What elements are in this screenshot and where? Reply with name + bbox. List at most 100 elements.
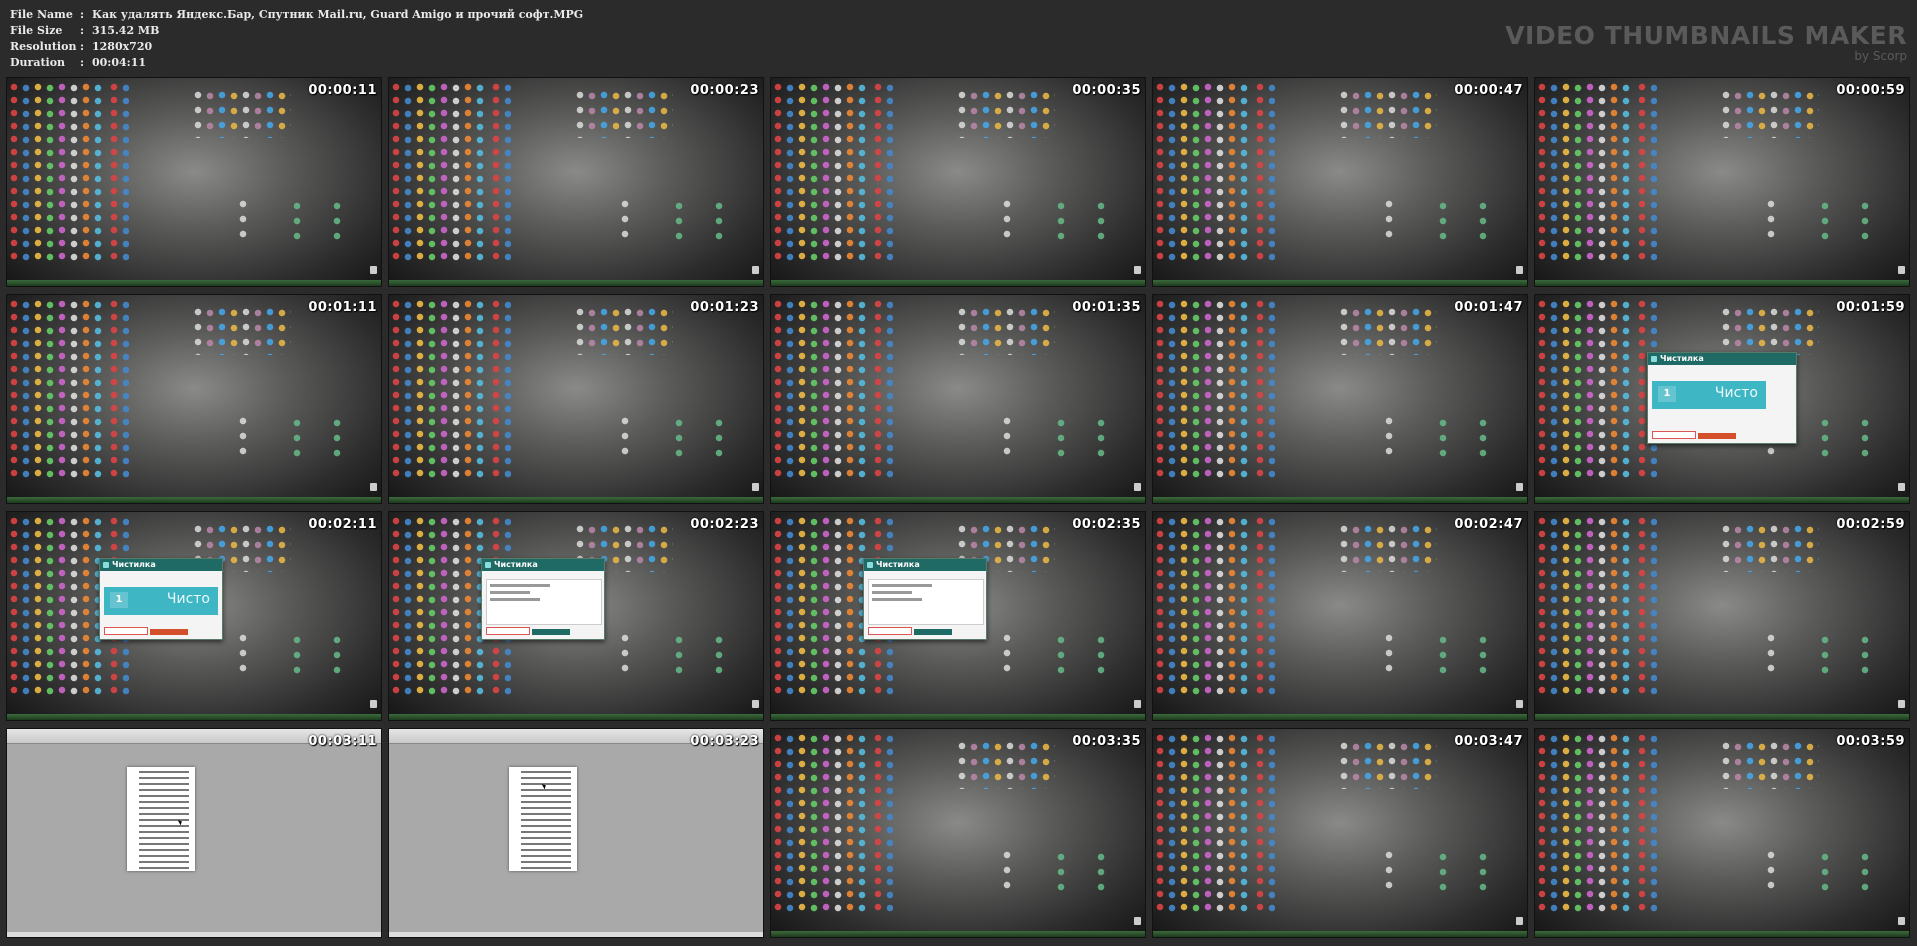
desktop-icons-left <box>1537 733 1657 913</box>
recycle-bin-icon <box>752 700 759 708</box>
cleaner-dialog: Чистилка 1 Чисто <box>1647 352 1797 444</box>
meta-separator: : <box>80 24 85 37</box>
meta-separator: : <box>80 8 85 21</box>
thumbnail-timestamp: 00:01:35 <box>1072 300 1141 315</box>
thumbnail-timestamp: 00:02:59 <box>1836 517 1905 532</box>
thumbnail-timestamp: 00:00:35 <box>1072 83 1141 98</box>
video-thumbnail[interactable]: Чистилка 00:02:23 <box>388 511 764 721</box>
list-item <box>872 584 932 587</box>
desktop-icons-right <box>237 415 377 460</box>
text-line <box>521 849 571 851</box>
desktop-icons-right <box>619 198 759 243</box>
video-thumbnail[interactable]: 00:01:11 <box>6 294 382 504</box>
thumbnail-timestamp: 00:01:23 <box>690 300 759 315</box>
video-thumbnail[interactable]: 00:03:47 <box>1152 728 1528 938</box>
desktop-icons-right <box>1765 198 1905 243</box>
desktop-icons-left <box>391 82 511 262</box>
taskbar <box>389 280 763 286</box>
meta-label: File Size <box>10 24 63 37</box>
thumbnail-timestamp: 00:00:23 <box>690 83 759 98</box>
video-thumbnail[interactable]: 00:03:11 <box>6 728 382 938</box>
program-list[interactable] <box>868 579 984 625</box>
dialog-primary-button[interactable] <box>1698 433 1736 439</box>
taskbar <box>1153 714 1527 720</box>
meta-value: Как удалять Яндекс.Бар, Спутник Mail.ru,… <box>92 8 584 21</box>
dialog-status-panel: 1 Чисто <box>104 587 218 615</box>
meta-separator: : <box>80 40 85 53</box>
desktop-icons-top <box>957 307 1055 355</box>
recycle-bin-icon <box>1516 917 1523 925</box>
text-line <box>521 801 571 803</box>
taskbar <box>771 714 1145 720</box>
dialog-secondary-button[interactable] <box>1652 431 1696 439</box>
recycle-bin-icon <box>1898 266 1905 274</box>
thumbnail-timestamp: 00:03:59 <box>1836 734 1905 749</box>
status-bar <box>7 932 381 937</box>
desktop-icons-top <box>1721 307 1819 355</box>
recycle-bin-icon <box>370 266 377 274</box>
desktop-icons-left <box>1537 516 1657 696</box>
recycle-bin-icon <box>1134 266 1141 274</box>
video-thumbnail[interactable]: 00:03:59 <box>1534 728 1910 938</box>
text-line <box>521 795 571 797</box>
video-thumbnail[interactable]: 00:02:47 <box>1152 511 1528 721</box>
text-line <box>521 843 571 845</box>
video-thumbnail[interactable]: 00:03:35 <box>770 728 1146 938</box>
recycle-bin-icon <box>1134 700 1141 708</box>
dialog-primary-button[interactable] <box>532 629 570 635</box>
thumbnail-timestamp: 00:02:23 <box>690 517 759 532</box>
thumbnail-timestamp: 00:00:59 <box>1836 83 1905 98</box>
desktop-icons-left <box>1537 82 1657 262</box>
desktop-icons-top <box>575 90 673 138</box>
dialog-secondary-button[interactable] <box>868 627 912 635</box>
taskbar <box>1535 497 1909 503</box>
text-line <box>521 867 571 869</box>
dialog-primary-button[interactable] <box>150 629 188 635</box>
recycle-bin-icon <box>752 483 759 491</box>
dialog-primary-button[interactable] <box>914 629 952 635</box>
desktop-icons-top <box>575 307 673 355</box>
document-page <box>127 767 195 871</box>
desktop-icons-right <box>1001 198 1141 243</box>
video-thumbnail[interactable]: 00:01:47 <box>1152 294 1528 504</box>
meta-label: Resolution <box>10 40 77 53</box>
recycle-bin-icon <box>1134 483 1141 491</box>
dialog-title: Чистилка <box>1648 353 1796 365</box>
desktop-icons-right <box>1001 849 1141 894</box>
desktop-icons-top <box>957 90 1055 138</box>
video-thumbnail[interactable]: 00:00:23 <box>388 77 764 287</box>
video-thumbnail[interactable]: Чистилка 1 Чисто 00:02:11 <box>6 511 382 721</box>
file-metadata: File Name : Как удалять Яндекс.Бар, Спут… <box>10 7 583 71</box>
desktop-icons-top <box>1721 90 1819 138</box>
dialog-secondary-button[interactable] <box>104 627 148 635</box>
program-list[interactable] <box>486 579 602 625</box>
video-thumbnail[interactable]: 00:01:23 <box>388 294 764 504</box>
taskbar <box>7 714 381 720</box>
video-thumbnail[interactable]: 00:00:59 <box>1534 77 1910 287</box>
status-bar <box>389 932 763 937</box>
desktop-icons-right <box>237 632 377 677</box>
video-thumbnail[interactable]: 00:00:11 <box>6 77 382 287</box>
info-header: File Name : Как удалять Яндекс.Бар, Спут… <box>0 0 1917 76</box>
meta-separator: : <box>80 56 85 69</box>
desktop-icons-right <box>619 632 759 677</box>
dialog-count: 1 <box>1658 386 1676 402</box>
meta-row-filename: File Name : Как удалять Яндекс.Бар, Спут… <box>10 7 583 23</box>
desktop-icons-right <box>1383 632 1523 677</box>
video-thumbnail[interactable]: 00:03:23 <box>388 728 764 938</box>
text-line <box>139 831 189 833</box>
desktop-icons-left <box>1155 516 1275 696</box>
text-line <box>139 813 189 815</box>
desktop-icons-left <box>9 299 129 479</box>
video-thumbnail[interactable]: Чистилка 1 Чисто 00:01:59 <box>1534 294 1910 504</box>
thumbnail-timestamp: 00:02:47 <box>1454 517 1523 532</box>
video-thumbnail[interactable]: 00:00:35 <box>770 77 1146 287</box>
text-line <box>139 855 189 857</box>
dialog-secondary-button[interactable] <box>486 627 530 635</box>
video-thumbnail[interactable]: 00:02:59 <box>1534 511 1910 721</box>
video-thumbnail[interactable]: Чистилка 00:02:35 <box>770 511 1146 721</box>
video-thumbnail[interactable]: 00:01:35 <box>770 294 1146 504</box>
desktop-icons-top <box>957 741 1055 789</box>
desktop-icons-top <box>1339 307 1437 355</box>
video-thumbnail[interactable]: 00:00:47 <box>1152 77 1528 287</box>
